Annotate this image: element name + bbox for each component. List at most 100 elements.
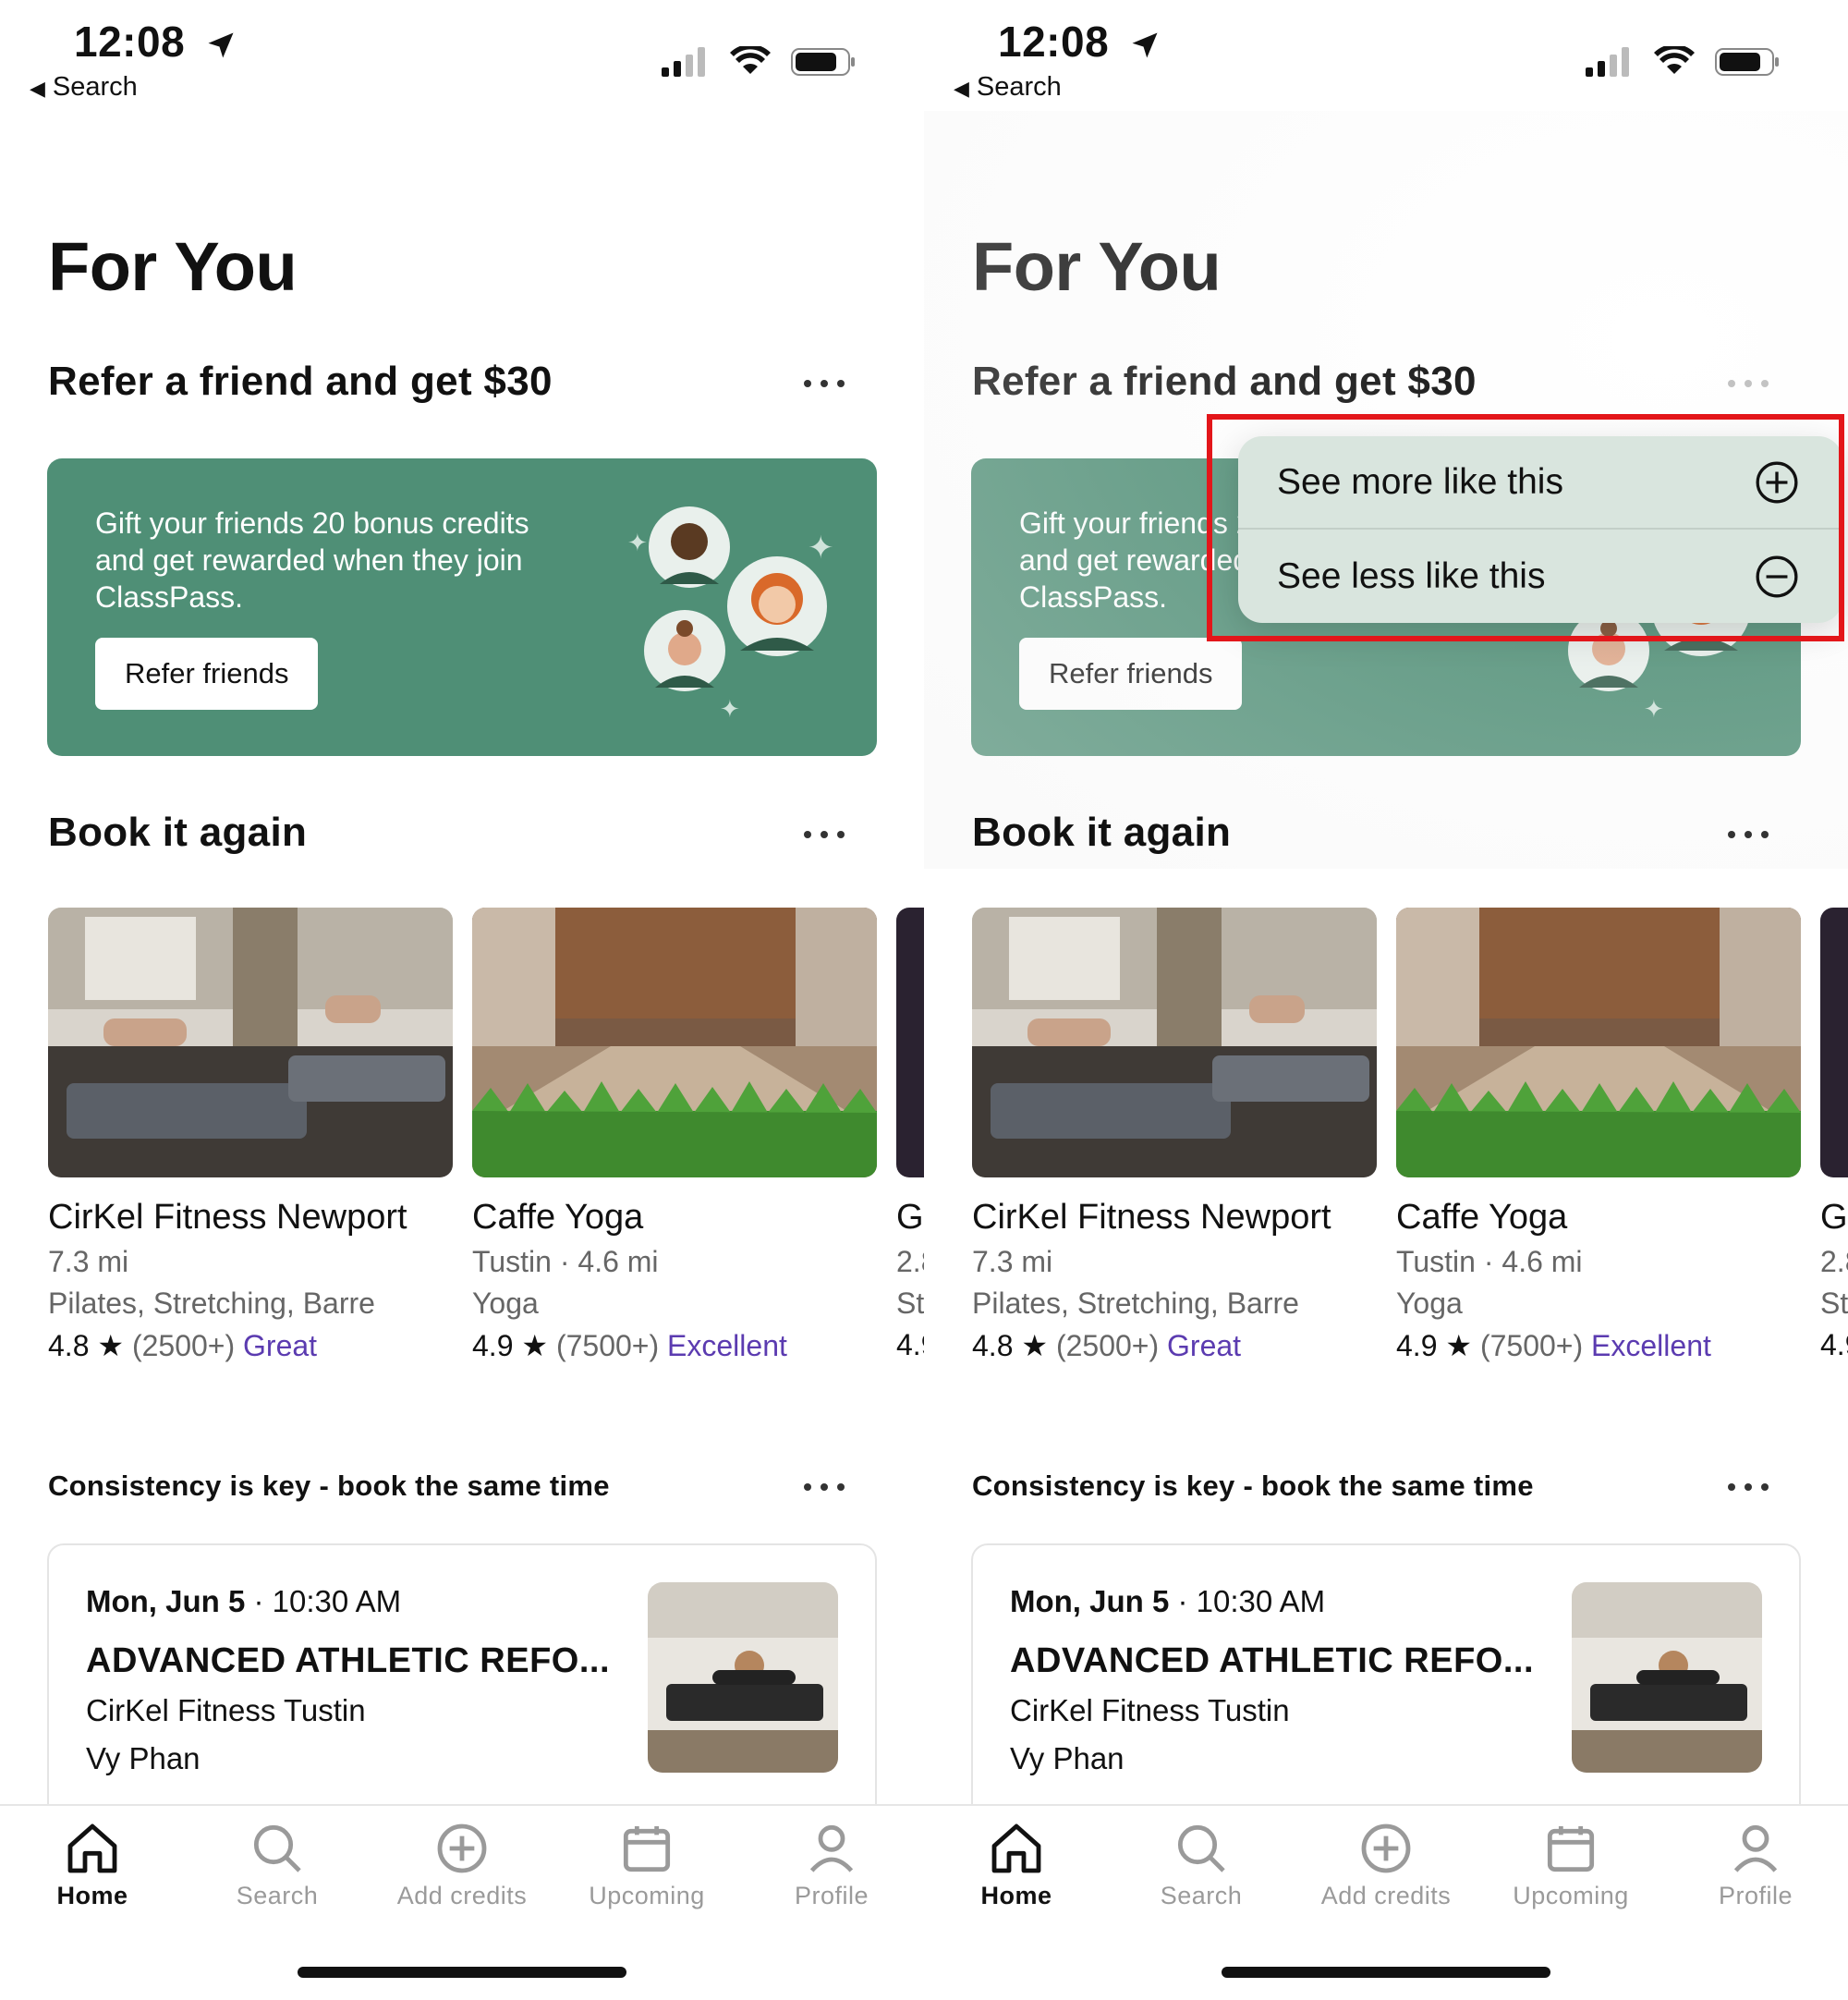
refer-friends-button[interactable]: Refer friends xyxy=(95,638,319,710)
person-icon xyxy=(1733,1824,1778,1872)
studio-rating: 4.8 ★ (2500+) Great xyxy=(48,1329,318,1362)
studio-rating: 4.9 ★ (7500+) Excellent xyxy=(472,1329,787,1362)
home-indicator xyxy=(1222,1967,1550,1978)
studio-rating: 4.9 xyxy=(1820,1328,1848,1361)
back-triangle-icon: ◀ xyxy=(30,77,45,100)
studio-distance: 2.8 xyxy=(1820,1245,1848,1278)
tab-upcoming[interactable]: Upcoming xyxy=(1478,1819,1663,1910)
refer-body: Gift your friends 20 bonus credits and g… xyxy=(95,506,529,614)
svg-text:✦: ✦ xyxy=(627,530,648,557)
tab-profile[interactable]: Profile xyxy=(1663,1819,1848,1910)
tab-add-credits[interactable]: Add credits xyxy=(1294,1819,1478,1910)
consistency-title: Consistency is key - book the same time xyxy=(48,1470,610,1502)
studio-photo-yoga xyxy=(1396,908,1801,1177)
refer-more-button[interactable] xyxy=(1722,370,1774,397)
svg-text:✦: ✦ xyxy=(720,696,740,717)
home-icon xyxy=(67,1823,117,1873)
studio-name: G xyxy=(1820,1198,1848,1237)
location-arrow-icon xyxy=(208,32,234,58)
studio-distance: 7.3 mi xyxy=(972,1245,1053,1278)
tab-home[interactable]: Home xyxy=(0,1819,185,1910)
studio-distance: 7.3 mi xyxy=(48,1245,129,1278)
phone-screen-menu-open: 12:08 ◀ Search For You Refer a friend and… xyxy=(924,0,1848,2000)
class-studio: CirKel Fitness Tustin xyxy=(1010,1693,1290,1727)
svg-text:✦: ✦ xyxy=(808,530,834,567)
studio-rating: 4.9 xyxy=(896,1328,924,1361)
svg-text:✦: ✦ xyxy=(1644,696,1664,717)
studio-card-partial[interactable]: G 2.8 St 4.9 xyxy=(1820,908,1848,1362)
studio-name: Caffe Yoga xyxy=(472,1198,644,1237)
studio-photo-pilates xyxy=(48,908,453,1177)
signal-icon xyxy=(1586,47,1629,77)
refer-friends-button[interactable]: Refer friends xyxy=(1019,638,1243,710)
battery-icon xyxy=(791,48,855,76)
class-datetime: Mon, Jun 5 · 10:30 AM xyxy=(1010,1584,1326,1618)
add-circle-icon xyxy=(437,1823,487,1873)
back-to-search-link[interactable]: ◀ Search xyxy=(954,72,1062,103)
signal-icon xyxy=(662,47,705,77)
book-again-more-button[interactable] xyxy=(1722,821,1774,848)
consistency-more-button[interactable] xyxy=(798,1473,850,1501)
tab-upcoming[interactable]: Upcoming xyxy=(554,1819,739,1910)
back-triangle-icon: ◀ xyxy=(954,77,969,100)
add-circle-icon xyxy=(1361,1823,1411,1873)
star-icon: ★ xyxy=(97,1329,125,1362)
class-datetime: Mon, Jun 5 · 10:30 AM xyxy=(86,1584,402,1618)
studio-rating: 4.9 ★ (7500+) Excellent xyxy=(1396,1329,1711,1362)
status-time: 12:08 xyxy=(998,17,1161,67)
book-again-title: Book it again xyxy=(972,810,1232,855)
back-to-search-link[interactable]: ◀ Search xyxy=(30,72,138,103)
status-time: 12:08 xyxy=(74,17,237,67)
studio-card[interactable]: CirKel Fitness Newport 7.3 mi Pilates, S… xyxy=(48,908,453,1363)
studio-categories: St xyxy=(1820,1287,1848,1320)
class-photo xyxy=(1572,1582,1762,1773)
studio-categories: Pilates, Stretching, Barre xyxy=(48,1287,375,1320)
studio-card[interactable]: CirKel Fitness Newport 7.3 mi Pilates, S… xyxy=(972,908,1377,1363)
studio-photo-partial xyxy=(1820,908,1848,1177)
search-icon xyxy=(1177,1824,1225,1872)
studio-photo-pilates xyxy=(972,908,1377,1177)
studio-distance: Tustin · 4.6 mi xyxy=(472,1245,659,1278)
studio-photo-partial xyxy=(896,908,924,1177)
refer-card: Gift your friends 20 bonus credits and g… xyxy=(47,458,877,756)
class-name: ADVANCED ATHLETIC REFO... xyxy=(1010,1641,1535,1680)
book-again-more-button[interactable] xyxy=(798,821,850,848)
studio-distance: 2.8 xyxy=(896,1245,924,1278)
class-instructor: Vy Phan xyxy=(86,1741,201,1775)
tab-search[interactable]: Search xyxy=(185,1819,370,1910)
class-instructor: Vy Phan xyxy=(1010,1741,1125,1775)
book-again-carousel[interactable]: CirKel Fitness Newport 7.3 mi Pilates, S… xyxy=(48,908,924,1388)
battery-icon xyxy=(1715,48,1779,76)
studio-categories: Pilates, Stretching, Barre xyxy=(972,1287,1299,1320)
studio-card[interactable]: Caffe Yoga Tustin · 4.6 mi Yoga 4.9 ★ (7… xyxy=(472,908,877,1363)
studio-categories: St xyxy=(896,1287,924,1320)
tab-home[interactable]: Home xyxy=(924,1819,1109,1910)
refer-section-title: Refer a friend and get $30 xyxy=(972,359,1477,404)
tab-profile[interactable]: Profile xyxy=(739,1819,924,1910)
consistency-title: Consistency is key - book the same time xyxy=(972,1470,1534,1502)
page-title: For You xyxy=(972,228,1222,305)
star-icon: ★ xyxy=(1021,1329,1049,1362)
search-icon xyxy=(253,1824,301,1872)
book-again-carousel[interactable]: CirKel Fitness Newport 7.3 mi Pilates, S… xyxy=(972,908,1848,1388)
friends-illustration: ✦ ✦ ✦ xyxy=(627,506,834,717)
class-photo xyxy=(648,1582,838,1773)
class-name: ADVANCED ATHLETIC REFO... xyxy=(86,1641,611,1680)
studio-card[interactable]: Caffe Yoga Tustin · 4.6 mi Yoga 4.9 ★ (7… xyxy=(1396,908,1801,1363)
star-icon: ★ xyxy=(521,1329,549,1362)
studio-categories: Yoga xyxy=(472,1287,539,1320)
calendar-icon xyxy=(623,1826,671,1872)
studio-photo-yoga xyxy=(472,908,877,1177)
studio-card-partial[interactable]: G 2.8 St 4.9 xyxy=(896,908,924,1362)
page-title: For You xyxy=(48,228,298,305)
tab-search[interactable]: Search xyxy=(1109,1819,1294,1910)
tab-add-credits[interactable]: Add credits xyxy=(370,1819,554,1910)
studio-name: CirKel Fitness Newport xyxy=(972,1198,1331,1237)
consistency-more-button[interactable] xyxy=(1722,1473,1774,1501)
book-again-title: Book it again xyxy=(48,810,308,855)
refer-more-button[interactable] xyxy=(798,370,850,397)
wifi-icon xyxy=(1654,46,1695,74)
home-icon xyxy=(991,1823,1041,1873)
status-icons xyxy=(1586,46,1781,78)
calendar-icon xyxy=(1547,1826,1595,1872)
